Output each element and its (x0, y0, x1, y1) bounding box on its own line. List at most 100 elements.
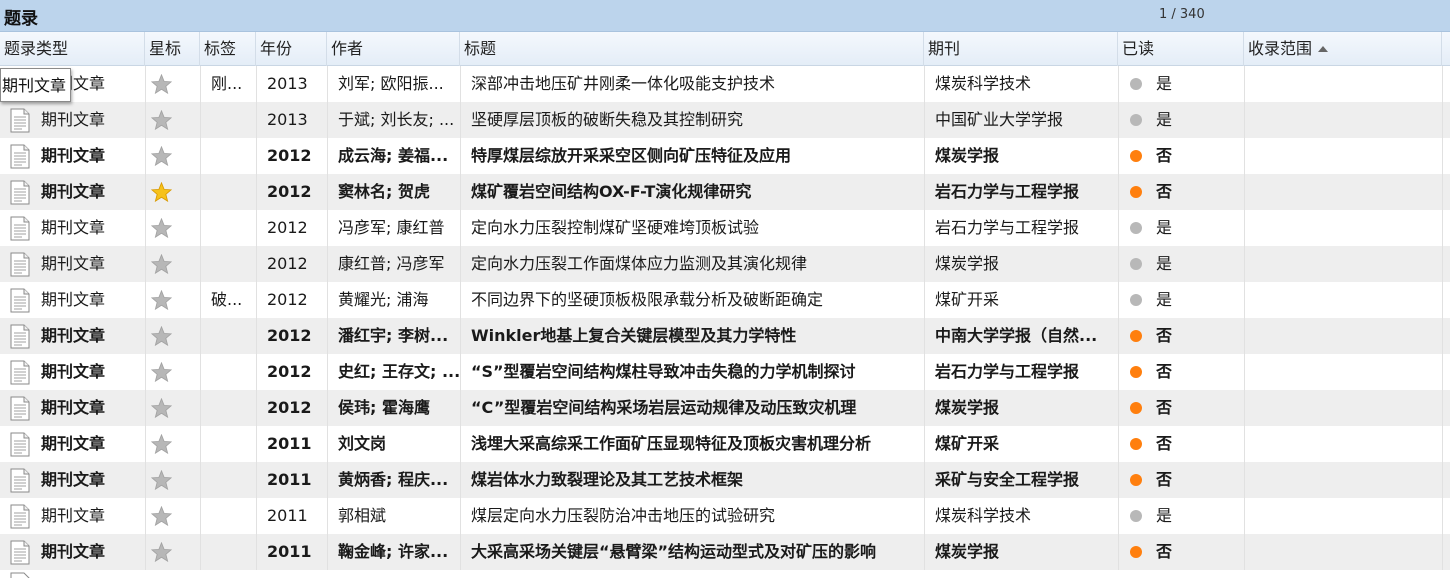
star-icon[interactable] (151, 74, 172, 94)
column-divider (1244, 174, 1245, 210)
table-row[interactable]: 期刊文章 2011 鞠金峰; 许家... 大采高采场关键层“悬臂梁”结构运动型式及对矿… (0, 534, 1450, 570)
document-icon (10, 288, 30, 313)
column-divider (460, 246, 461, 282)
table-row[interactable]: 期刊文章 2012 康红普; 冯彦军 定向水力压裂工作面煤体应力监测及其演化规律 煤炭学… (0, 246, 1450, 282)
star-icon[interactable] (151, 506, 172, 526)
column-header-star[interactable]: 星标 (145, 32, 200, 66)
window-title: 题录 (4, 9, 38, 29)
table-row[interactable]: 期刊文章 2012 史红; 王存文; ... “S”型覆岩空间结构煤柱导致冲击失稳的力… (0, 354, 1450, 390)
star-icon[interactable] (151, 470, 172, 490)
table-row[interactable]: 期刊文章 2012 冯彦军; 康红普 定向水力压裂控制煤矿坚硬难垮顶板试验 岩石力学与工… (0, 210, 1450, 246)
item-type: 期刊文章 (41, 362, 106, 381)
star-icon[interactable] (151, 398, 172, 418)
item-read-status: 是 (1156, 110, 1173, 129)
star-icon[interactable] (151, 218, 172, 238)
item-tag (211, 390, 253, 426)
column-divider (256, 498, 257, 534)
item-tag (211, 102, 253, 138)
star-filled-icon[interactable] (151, 182, 172, 202)
column-divider (460, 138, 461, 174)
partial-row (0, 570, 1450, 578)
item-year: 2011 (267, 434, 312, 453)
item-year: 2011 (267, 542, 312, 561)
item-year: 2013 (267, 110, 308, 129)
column-header-read[interactable]: 已读 (1118, 32, 1244, 66)
column-divider (145, 66, 146, 102)
star-icon[interactable] (151, 146, 172, 166)
column-divider (200, 282, 201, 318)
item-year: 2011 (267, 506, 308, 525)
item-read-status: 否 (1156, 362, 1173, 381)
column-divider (460, 318, 461, 354)
table-row[interactable]: 期刊文章 2012 潘红宇; 李树... Winkler地基上复合关键层模型及其力学特… (0, 318, 1450, 354)
unread-dot-icon (1130, 402, 1142, 414)
table-row[interactable]: 期刊文章 2011 刘文岗 浅埋大采高综采工作面矿压显现特征及顶板灾害机理分析 煤矿开采… (0, 426, 1450, 462)
item-read-status: 否 (1156, 542, 1173, 561)
column-divider (327, 66, 328, 102)
table-row[interactable]: 期刊文章 2013 于斌; 刘长友; ... 坚硬厚层顶板的破断失稳及其控制研究 中国矿… (0, 102, 1450, 138)
item-author: 郭相斌 (338, 506, 387, 525)
column-header-tag[interactable]: 标签 (200, 32, 256, 66)
column-divider (327, 282, 328, 318)
star-icon[interactable] (151, 542, 172, 562)
column-divider (145, 210, 146, 246)
star-icon[interactable] (151, 362, 172, 382)
column-divider (1244, 498, 1245, 534)
item-type: 期刊文章 (41, 290, 106, 309)
column-header-journal[interactable]: 期刊 (924, 32, 1118, 66)
column-divider (327, 426, 328, 462)
column-divider (200, 354, 201, 390)
column-divider (1244, 390, 1245, 426)
column-divider (145, 426, 146, 462)
column-divider (200, 462, 201, 498)
document-icon (10, 252, 30, 277)
column-header-scope[interactable]: 收录范围 (1244, 32, 1442, 66)
table-row[interactable]: 期刊文章 2012 成云海; 姜福... 特厚煤层综放开采采空区侧向矿压特征及应用 煤炭… (0, 138, 1450, 174)
document-icon (10, 108, 30, 133)
column-divider (1442, 318, 1443, 354)
star-icon[interactable] (151, 254, 172, 274)
star-icon[interactable] (151, 290, 172, 310)
column-divider (1244, 210, 1245, 246)
column-divider (1118, 210, 1119, 246)
item-journal: 煤矿开采 (935, 290, 1000, 309)
read-dot-icon (1130, 510, 1142, 522)
table-row[interactable]: 期刊文章 2011 郭相斌 煤层定向水力压裂防治冲击地压的试验研究 煤炭科学技术 是 (0, 498, 1450, 534)
column-header-title[interactable]: 标题 (460, 32, 924, 66)
column-divider (1244, 138, 1245, 174)
column-header-author[interactable]: 作者 (327, 32, 460, 66)
column-divider (1118, 102, 1119, 138)
table-row[interactable]: 期刊文章 2011 黄炳香; 程庆... 煤岩体水力致裂理论及其工艺技术框架 采矿与安全… (0, 462, 1450, 498)
column-header-year[interactable]: 年份 (256, 32, 327, 66)
table-row[interactable]: 期刊文章 2012 侯玮; 霍海鹰 “C”型覆岩空间结构采场岩层运动规律及动压致灾机理… (0, 390, 1450, 426)
item-year: 2012 (267, 398, 312, 417)
column-header-scope-label: 收录范围 (1248, 39, 1313, 58)
column-divider (1118, 498, 1119, 534)
item-author: 史红; 王存文; ... (338, 362, 459, 381)
table-row[interactable]: 期刊文章 刚... 2013 刘军; 欧阳振... 深部冲击地压矿井刚柔一体化吸能支护技… (0, 66, 1450, 102)
column-divider (460, 210, 461, 246)
column-divider (200, 426, 201, 462)
column-header-type[interactable]: 题录类型 (0, 32, 145, 66)
column-divider (1442, 138, 1443, 174)
column-divider (924, 318, 925, 354)
column-divider (327, 174, 328, 210)
star-icon[interactable] (151, 110, 172, 130)
star-icon[interactable] (151, 326, 172, 346)
item-journal: 中国矿业大学学报 (935, 110, 1064, 129)
item-type: 期刊文章 (41, 398, 106, 417)
document-icon (10, 324, 30, 349)
column-divider (460, 354, 461, 390)
document-icon (10, 540, 30, 565)
item-title: 定向水力压裂工作面煤体应力监测及其演化规律 (471, 254, 808, 273)
table-row[interactable]: 期刊文章 2012 窦林名; 贺虎 煤矿覆岩空间结构OX-F-T演化规律研究 岩石力学与… (0, 174, 1450, 210)
star-icon[interactable] (151, 434, 172, 454)
table-row[interactable]: 期刊文章 破... 2012 黄耀光; 浦海 不同边界下的坚硬顶板极限承载分析及破断距确… (0, 282, 1450, 318)
column-divider (145, 498, 146, 534)
column-divider (200, 102, 201, 138)
column-divider (200, 390, 201, 426)
item-year: 2012 (267, 326, 312, 345)
column-divider (460, 102, 461, 138)
item-type: 期刊文章 (41, 326, 106, 345)
column-divider (1442, 354, 1443, 390)
